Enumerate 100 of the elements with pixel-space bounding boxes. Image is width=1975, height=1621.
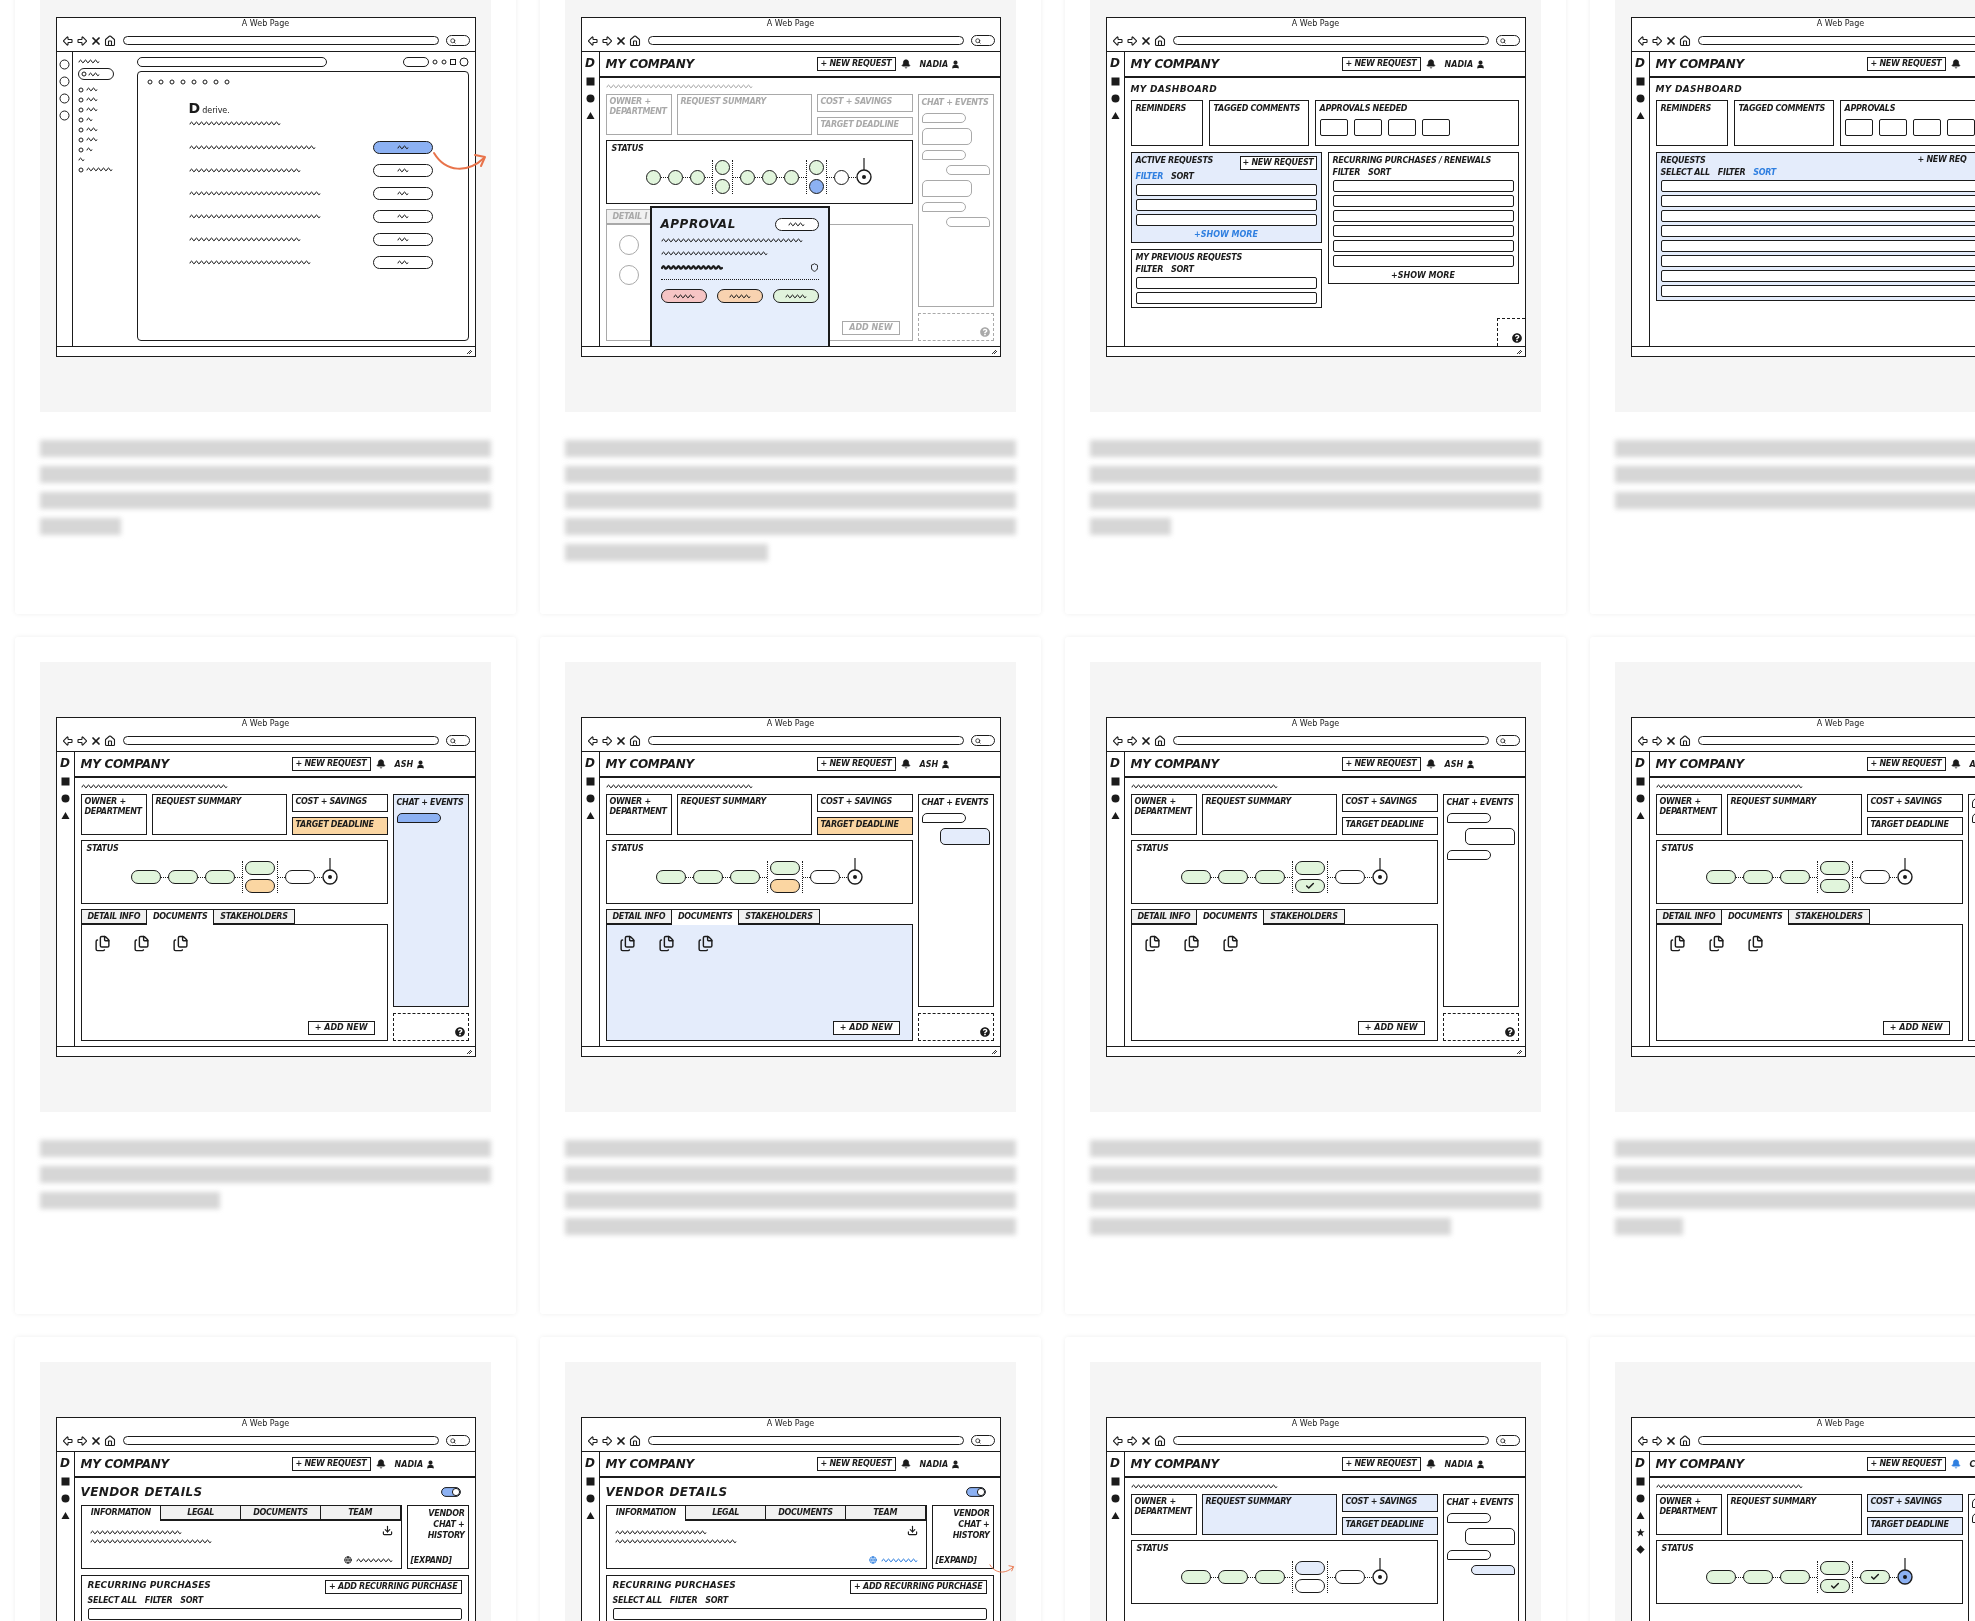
triangle-icon[interactable] xyxy=(60,1511,70,1520)
status-node[interactable] xyxy=(1254,870,1285,885)
expand-link[interactable]: [EXPAND] xyxy=(410,1556,465,1565)
tab[interactable]: DETAIL INFO xyxy=(1130,909,1198,925)
square-icon[interactable] xyxy=(1635,77,1645,86)
status-node[interactable] xyxy=(1294,1579,1325,1594)
user-icon[interactable] xyxy=(426,1459,436,1469)
status-node[interactable] xyxy=(1217,1570,1248,1585)
square-icon[interactable] xyxy=(1110,1477,1120,1486)
status-node[interactable] xyxy=(1742,870,1773,885)
help-button[interactable] xyxy=(392,1013,469,1041)
circle-icon[interactable] xyxy=(1110,794,1120,803)
document-icon[interactable] xyxy=(1668,935,1686,952)
close-icon[interactable] xyxy=(614,34,627,47)
chat-bubble[interactable] xyxy=(1446,1513,1491,1524)
chat-bubble[interactable] xyxy=(396,813,441,824)
app-logo[interactable]: D xyxy=(585,757,595,769)
list-row[interactable] xyxy=(87,1608,462,1620)
list-row[interactable] xyxy=(1332,255,1514,268)
status-node[interactable] xyxy=(244,861,275,876)
status-node[interactable] xyxy=(1180,870,1211,885)
app-logo[interactable]: D xyxy=(60,1457,70,1469)
app-logo[interactable]: D xyxy=(60,757,70,769)
document-icon[interactable] xyxy=(657,935,675,952)
status-node[interactable] xyxy=(1254,1570,1285,1585)
new-request-button[interactable]: + NEW REQUEST xyxy=(291,1457,371,1471)
status-node[interactable] xyxy=(1819,1561,1850,1576)
circle-icon[interactable] xyxy=(585,1494,595,1503)
approval-slot[interactable] xyxy=(1912,119,1941,137)
close-icon[interactable] xyxy=(614,1434,627,1447)
home-icon[interactable] xyxy=(628,34,641,47)
dialog-button[interactable] xyxy=(660,289,707,303)
status-node[interactable] xyxy=(1742,1570,1773,1585)
list-row[interactable] xyxy=(1660,270,1975,283)
tab[interactable]: STAKEHOLDERS xyxy=(213,909,295,925)
user-name[interactable]: NADIA xyxy=(919,59,949,69)
triangle-icon[interactable] xyxy=(1635,111,1645,120)
app-logo[interactable]: D xyxy=(585,57,595,69)
back-icon[interactable] xyxy=(586,1434,599,1447)
user-icon[interactable] xyxy=(416,759,426,769)
status-node[interactable] xyxy=(809,179,824,195)
status-node[interactable] xyxy=(1217,870,1248,885)
circle-icon[interactable] xyxy=(1635,1494,1645,1503)
back-icon[interactable] xyxy=(586,34,599,47)
square-icon[interactable] xyxy=(585,77,595,86)
square-icon[interactable] xyxy=(585,777,595,786)
status-node[interactable] xyxy=(1294,1561,1325,1576)
approval-slot[interactable] xyxy=(1319,119,1348,137)
list-row[interactable] xyxy=(1135,184,1317,196)
circle-icon[interactable] xyxy=(1110,1494,1120,1503)
tab[interactable]: STAKEHOLDERS xyxy=(1788,909,1870,925)
bell-icon[interactable] xyxy=(1425,59,1436,69)
status-node[interactable] xyxy=(655,870,686,885)
home-icon[interactable] xyxy=(1678,734,1691,747)
dialog-button[interactable] xyxy=(772,289,819,303)
forward-icon[interactable] xyxy=(1650,34,1663,47)
square-icon[interactable] xyxy=(1635,777,1645,786)
close-icon[interactable] xyxy=(614,734,627,747)
close-icon[interactable] xyxy=(89,1434,102,1447)
filter-link[interactable]: SORT xyxy=(1171,172,1194,181)
status-node[interactable] xyxy=(769,861,800,876)
back-icon[interactable] xyxy=(1636,34,1649,47)
document-icon[interactable] xyxy=(1143,935,1161,952)
help-button[interactable] xyxy=(917,1013,994,1041)
forward-icon[interactable] xyxy=(1125,1434,1138,1447)
approval-slot[interactable] xyxy=(1387,119,1416,137)
list-row[interactable] xyxy=(1135,214,1317,226)
approval-slot[interactable] xyxy=(1421,119,1450,137)
filter-link[interactable]: FILTER xyxy=(1135,265,1163,275)
chat-bubble[interactable] xyxy=(1470,1565,1515,1576)
tab[interactable]: TEAM xyxy=(320,1506,401,1521)
filter-link[interactable]: FILTER xyxy=(1717,168,1746,178)
tab[interactable]: DOCUMENTS xyxy=(241,1506,321,1521)
bell-icon[interactable] xyxy=(900,1459,911,1469)
square-icon[interactable] xyxy=(60,1477,70,1486)
user-icon[interactable] xyxy=(1476,59,1486,69)
expand-link[interactable]: [EXPAND] xyxy=(935,1556,990,1565)
circle-icon[interactable] xyxy=(60,1494,70,1503)
list-row[interactable] xyxy=(1660,240,1975,253)
bell-icon[interactable] xyxy=(1425,1459,1436,1469)
status-node[interactable] xyxy=(1859,870,1890,885)
user-name[interactable]: NADIA xyxy=(394,1459,424,1469)
list-row[interactable] xyxy=(1660,225,1975,238)
status-node[interactable] xyxy=(834,169,849,185)
close-icon[interactable] xyxy=(89,34,102,47)
circle-icon[interactable] xyxy=(458,57,469,67)
list-row[interactable] xyxy=(1332,225,1514,238)
document-icon[interactable] xyxy=(93,935,111,952)
triangle-icon[interactable] xyxy=(1635,1511,1645,1520)
status-node[interactable] xyxy=(690,169,705,185)
home-icon[interactable] xyxy=(1153,34,1166,47)
tab[interactable]: DETAIL INFO xyxy=(80,909,148,925)
circle-icon[interactable] xyxy=(60,794,70,803)
square-icon[interactable] xyxy=(1110,777,1120,786)
bell-icon[interactable] xyxy=(900,59,911,69)
list-row[interactable] xyxy=(1660,195,1975,208)
forward-icon[interactable] xyxy=(75,34,88,47)
close-icon[interactable] xyxy=(89,734,102,747)
status-node[interactable] xyxy=(692,870,723,885)
forward-icon[interactable] xyxy=(1650,734,1663,747)
